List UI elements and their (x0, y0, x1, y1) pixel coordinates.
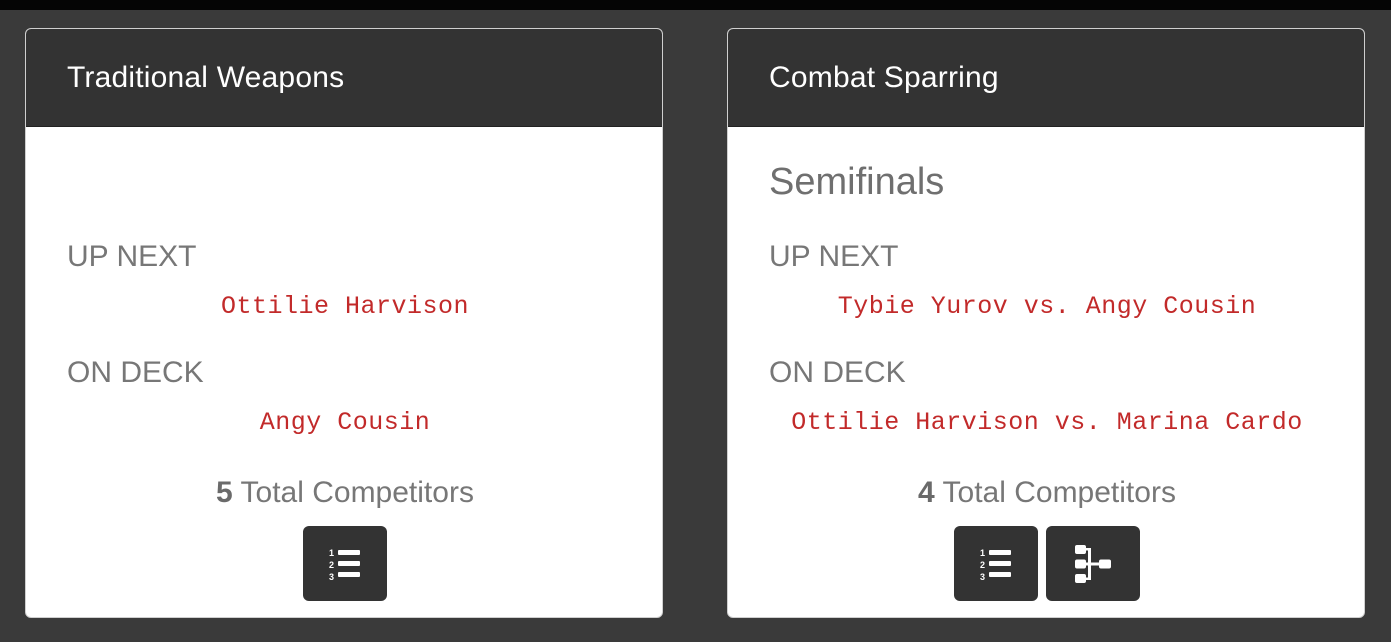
svg-text:3: 3 (980, 572, 985, 581)
total-label: Total Competitors (942, 476, 1176, 509)
on-deck-label: ON DECK (769, 356, 906, 389)
card-header: Traditional Weapons (26, 29, 662, 127)
svg-text:3: 3 (329, 572, 334, 581)
total-count: 5 (216, 476, 233, 509)
total-competitors: 4 Total Competitors (728, 476, 1364, 510)
competitor-list-button[interactable]: 1 2 3 (303, 526, 387, 601)
up-next-label: UP NEXT (769, 240, 899, 273)
svg-text:1: 1 (329, 548, 334, 558)
up-next-competitor: Ottilie Harvison (220, 292, 470, 321)
total-label: Total Competitors (240, 476, 474, 509)
action-buttons: 1 2 3 (26, 526, 662, 601)
event-card-combat-sparring: Combat Sparring Semifinals UP NEXT Tybie… (727, 28, 1365, 618)
total-competitors: 5 Total Competitors (26, 476, 662, 510)
ordered-list-icon: 1 2 3 (980, 548, 1011, 581)
ordered-list-icon: 1 2 3 (329, 548, 360, 581)
bracket-tree-icon (1075, 544, 1111, 583)
on-deck-label: ON DECK (67, 356, 204, 389)
top-bar (0, 0, 1391, 10)
on-deck-competitor: Angy Cousin (259, 408, 431, 437)
card-title: Combat Sparring (769, 60, 999, 94)
up-next-match: Tybie Yurov vs. Angy Cousin (837, 292, 1257, 321)
svg-text:2: 2 (980, 560, 985, 570)
on-deck-match: Ottilie Harvison vs. Marina Cardo (791, 408, 1303, 437)
svg-text:2: 2 (329, 560, 334, 570)
competitor-list-button[interactable]: 1 2 3 (954, 526, 1038, 601)
card-body: Semifinals UP NEXT Tybie Yurov vs. Angy … (728, 127, 1364, 617)
up-next-label: UP NEXT (67, 240, 197, 273)
round-label: Semifinals (769, 161, 945, 203)
total-count: 4 (918, 476, 935, 509)
bracket-button[interactable] (1046, 526, 1140, 601)
card-title: Traditional Weapons (67, 60, 345, 94)
svg-text:1: 1 (980, 548, 985, 558)
action-buttons: 1 2 3 (728, 526, 1364, 601)
card-header: Combat Sparring (728, 29, 1364, 127)
card-body: UP NEXT Ottilie Harvison ON DECK Angy Co… (26, 127, 662, 617)
event-card-traditional-weapons: Traditional Weapons UP NEXT Ottilie Harv… (25, 28, 663, 618)
